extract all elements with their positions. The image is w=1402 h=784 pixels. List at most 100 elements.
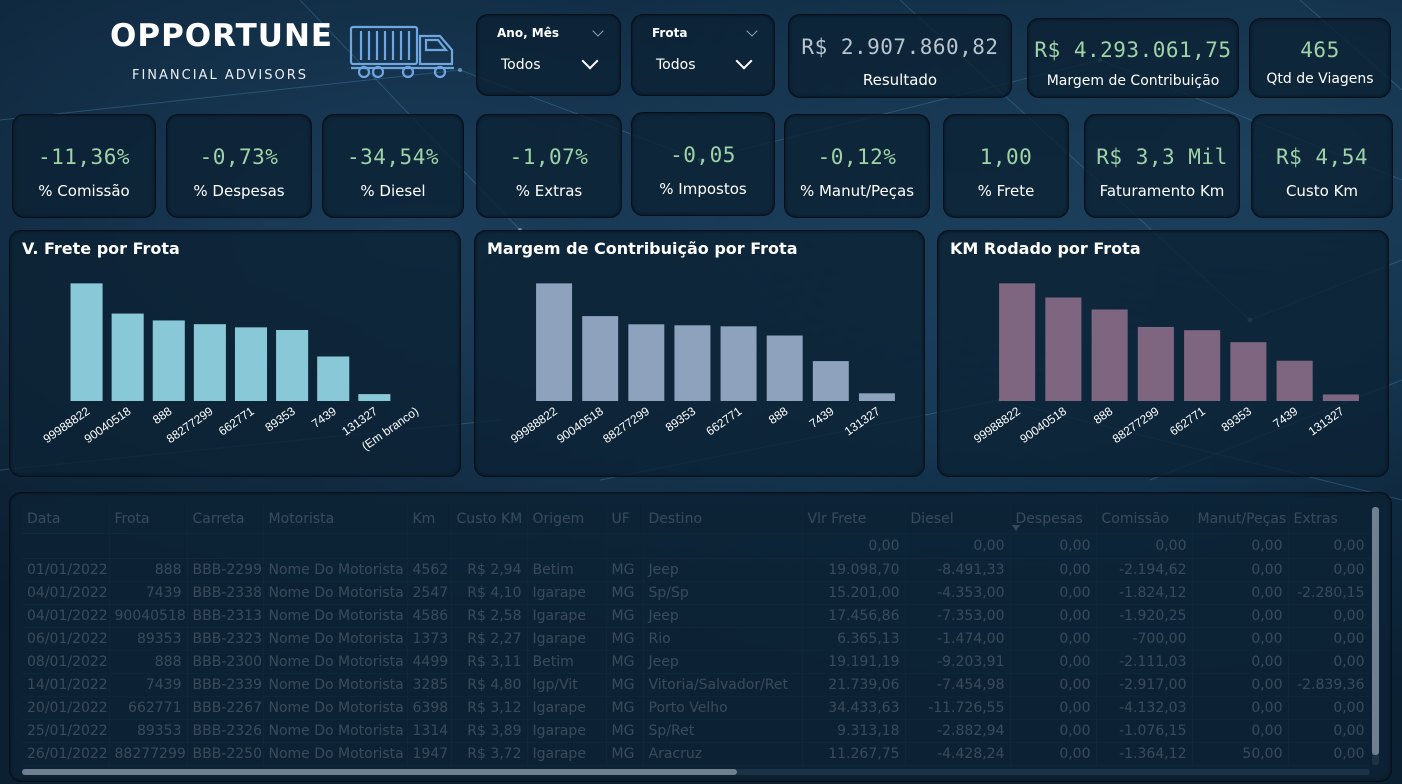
slicer-value[interactable]: Todos	[501, 57, 540, 73]
chart-bar[interactable]	[1045, 297, 1082, 401]
slicer-ano-mes[interactable]: Ano, Mês Todos	[476, 14, 621, 96]
chart-bar[interactable]	[674, 325, 711, 401]
x-tick-label: 888	[766, 404, 791, 427]
truck-icon	[349, 25, 454, 79]
x-tick-label: 662771	[703, 404, 744, 439]
kpi-value: -1,07%	[509, 145, 589, 169]
brand-name: OPPORTUNE	[110, 18, 334, 54]
x-tick-label: 89353	[663, 404, 699, 435]
kpi-card-despesas: -0,73% % Despesas	[166, 114, 312, 218]
kpi-value: 1,00	[979, 145, 1033, 169]
table-card	[9, 492, 1392, 782]
kpi-value: R$ 2.907.860,82	[801, 35, 999, 59]
x-tick-label: 90040518	[554, 404, 606, 446]
kpi-value: R$ 4,54	[1275, 145, 1368, 169]
chart-bar[interactable]	[317, 356, 350, 401]
kpi-label: Resultado	[862, 71, 938, 89]
chart-bar[interactable]	[358, 394, 391, 401]
horizontal-scrollbar[interactable]	[22, 769, 1370, 775]
x-tick-label: 99988822	[508, 404, 560, 446]
chart-bar[interactable]	[70, 283, 103, 401]
chevron-down-icon[interactable]	[581, 52, 599, 70]
slicer-title: Frota	[652, 26, 688, 40]
chart-bar[interactable]	[582, 316, 619, 401]
chart-bar[interactable]	[999, 283, 1036, 401]
scroll-thumb[interactable]	[1372, 507, 1379, 755]
kpi-label: % Impostos	[659, 180, 747, 198]
kpi-label: % Frete	[977, 182, 1035, 200]
kpi-card-extras: -1,07% % Extras	[476, 114, 622, 218]
x-tick-label: 7439	[1270, 404, 1300, 431]
brand-logo: OPPORTUNE FINANCIAL ADVISORS	[110, 14, 340, 94]
brand-tagline: FINANCIAL ADVISORS	[131, 68, 308, 83]
kpi-card-margem: R$ 4.293.061,75 Margem de Contribuição	[1027, 18, 1239, 98]
x-tick-label: 888	[1091, 404, 1116, 427]
x-tick-label: 131327	[1306, 404, 1347, 439]
chart-bar[interactable]	[766, 335, 803, 401]
chart-bar[interactable]	[1184, 330, 1221, 401]
x-tick-label: 888	[150, 404, 175, 427]
kpi-card-custo-km: R$ 4,54 Custo Km	[1251, 114, 1393, 218]
kpi-label: % Diesel	[360, 182, 426, 200]
vertical-scrollbar[interactable]	[1372, 507, 1379, 765]
x-tick-label: 88277299	[1110, 404, 1162, 446]
x-tick-label: 89353	[262, 404, 298, 435]
chart-bar[interactable]	[720, 326, 757, 401]
x-tick-label: 7439	[807, 404, 837, 431]
kpi-label: % Manut/Peças	[799, 182, 915, 200]
chart-bar[interactable]	[812, 361, 849, 401]
bar-chart: 9998882290040518 88888277299 662771 89353 74…	[971, 283, 1359, 446]
chart-title: KM Rodado por Frota	[950, 239, 1141, 258]
kpi-value: -0,12%	[817, 145, 897, 169]
chart-bar[interactable]	[152, 320, 185, 401]
slicer-frota[interactable]: Frota Todos	[631, 14, 775, 96]
kpi-label: Qtd de Viagens	[1266, 71, 1374, 87]
kpi-card-comissao: -11,36% % Comissão	[12, 114, 156, 218]
chart-bar[interactable]	[858, 393, 895, 401]
x-tick-label: 131327	[842, 404, 883, 439]
x-tick-label: 662771	[1167, 404, 1208, 439]
chart-bar[interactable]	[276, 329, 309, 401]
kpi-value: 465	[1300, 38, 1340, 62]
kpi-card-faturamento-km: R$ 3,3 Mil Faturamento Km	[1084, 114, 1240, 218]
kpi-card-viagens: 465 Qtd de Viagens	[1249, 18, 1391, 98]
kpi-card-impostos: -0,05 % Impostos	[631, 112, 775, 216]
bar-chart: 999888229004051888277299 89353 662771 888 74…	[508, 283, 895, 446]
chart-km: 99988822 90040518 888 88277299 662771 89353 74…	[937, 230, 1389, 477]
scroll-thumb[interactable]	[22, 769, 737, 775]
chart-bar[interactable]	[1091, 309, 1128, 401]
chart-bar[interactable]	[1322, 394, 1359, 401]
x-tick-label: 89353	[1219, 404, 1255, 435]
kpi-label: Faturamento Km	[1099, 182, 1225, 200]
chart-title: Margem de Contribuição por Frota	[487, 239, 798, 258]
chart-bar[interactable]	[1137, 326, 1174, 401]
kpi-label: Margem de Contribuição	[1046, 73, 1220, 89]
x-tick-label: 90040518	[1017, 404, 1069, 446]
kpi-value: -11,36%	[37, 145, 130, 169]
chart-title: V. Frete por Frota	[22, 239, 180, 258]
chart-bar[interactable]	[536, 283, 573, 401]
slicer-value[interactable]: Todos	[656, 57, 695, 73]
chart-bar[interactable]	[628, 324, 665, 401]
kpi-value: -34,54%	[346, 145, 439, 169]
chart-margem: 99988822 90040518 88277299 89353 662771 888 74…	[474, 230, 925, 477]
chart-bar[interactable]	[193, 324, 226, 401]
chevron-down-icon[interactable]	[735, 52, 753, 70]
x-tick-label: 7439	[309, 404, 339, 431]
chevron-down-icon[interactable]	[746, 25, 758, 37]
chart-bar[interactable]	[111, 313, 144, 401]
chart-v-frete: 99988822 90040518 888 88277299 662771 89353 74…	[9, 230, 461, 477]
kpi-value: R$ 3,3 Mil	[1096, 145, 1228, 169]
chart-bar[interactable]	[234, 327, 268, 401]
chart-bar[interactable]	[1276, 360, 1313, 401]
kpi-card-manut: -0,12% % Manut/Peças	[784, 114, 930, 218]
x-tick-label: 662771	[216, 404, 257, 439]
chevron-down-icon[interactable]	[592, 25, 604, 37]
kpi-value: R$ 4.293.061,75	[1034, 38, 1232, 62]
kpi-label: % Despesas	[193, 182, 285, 200]
kpi-label: Custo Km	[1285, 182, 1359, 200]
kpi-card-frete: 1,00 % Frete	[943, 114, 1069, 218]
slicer-title: Ano, Mês	[497, 26, 560, 40]
x-tick-label: 88277299	[164, 404, 216, 446]
chart-bar[interactable]	[1230, 342, 1267, 401]
